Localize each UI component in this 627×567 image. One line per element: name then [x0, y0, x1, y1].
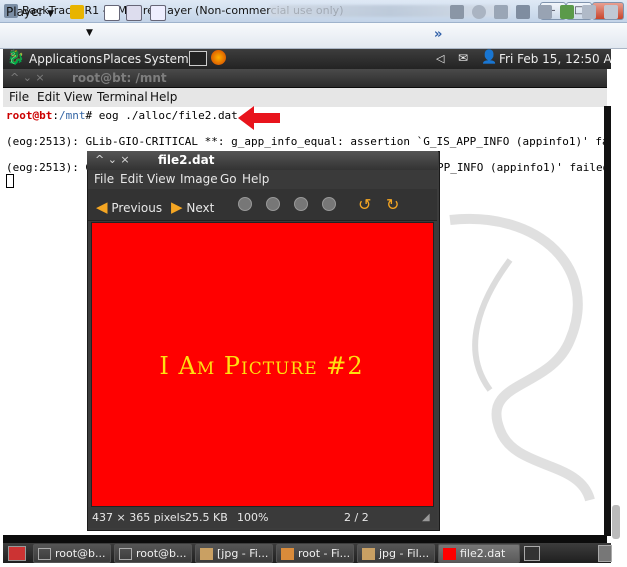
terminal-window-controls[interactable]: ^ ⌄ × — [10, 71, 45, 84]
home-folder-icon — [281, 548, 294, 560]
arrow-right-icon: ▶ — [171, 198, 183, 216]
resize-grip-icon[interactable]: ◢ — [422, 512, 430, 523]
floppy-icon[interactable] — [494, 5, 508, 19]
zoom-in-icon[interactable] — [238, 197, 252, 211]
terminal-menubar: File Edit View Terminal Help — [3, 88, 607, 108]
printer-icon[interactable] — [582, 5, 596, 19]
image-viewer-menubar: File Edit View Image Go Help — [88, 170, 437, 189]
user-icon[interactable]: 👤 — [481, 50, 497, 65]
terminal-cursor — [6, 174, 14, 188]
rotate-left-icon[interactable]: ↺ — [358, 195, 371, 214]
taskbar-item-file-browser-3[interactable]: jpg - Fil... — [357, 544, 435, 563]
image-viewer-titlebar — [87, 151, 438, 170]
status-image-index: 2 / 2 — [344, 511, 369, 524]
vmware-toolbar — [0, 23, 627, 49]
terminal-menu-terminal[interactable]: Terminal — [97, 90, 148, 104]
eog-menu-help[interactable]: Help — [242, 172, 269, 186]
backtrack-dragon-icon: 🐉 — [7, 50, 25, 66]
eog-menu-file[interactable]: File — [94, 172, 114, 186]
chevron-down-icon: ▼ — [47, 9, 55, 19]
picture-caption: I Am Picture #2 — [159, 352, 364, 380]
terminal-menu-edit[interactable]: Edit — [37, 90, 60, 104]
typed-command: eog ./alloc/file2.dat — [92, 109, 238, 122]
firefox-launcher-icon[interactable] — [211, 50, 226, 65]
red-arrow-annotation — [238, 106, 280, 130]
eog-menu-go[interactable]: Go — [220, 172, 237, 186]
pause-icon[interactable] — [70, 5, 84, 19]
taskbar-item-file-browser-1[interactable]: [jpg - Fi... — [195, 544, 273, 563]
send-ctrl-alt-del-icon[interactable] — [104, 5, 120, 21]
terminal-title: root@bt: /mnt — [72, 71, 167, 85]
backtrack-dragon-watermark — [449, 213, 595, 502]
taskbar-item-terminal-2[interactable]: root@b... — [114, 544, 192, 563]
speaker-icon[interactable]: ◁ — [436, 52, 444, 65]
next-button[interactable]: ▶ Next — [171, 198, 214, 216]
full-screen-icon[interactable] — [126, 5, 142, 21]
status-dimensions: 437 × 365 pixels — [92, 511, 186, 524]
workspace-switcher-icon[interactable] — [524, 546, 540, 561]
player-menu-button[interactable]: Player ▼ — [6, 5, 54, 19]
usb-icon[interactable] — [538, 5, 552, 19]
unity-icon[interactable] — [150, 5, 166, 21]
status-file-size: 25.5 KB — [185, 511, 228, 524]
network-adapter-icon[interactable] — [516, 5, 530, 19]
scrollbar-thumb[interactable] — [612, 505, 620, 539]
previous-button[interactable]: ◀ Previous — [96, 198, 162, 216]
command-line: root@bt:/mnt# eog ./alloc/file2.dat — [6, 109, 238, 122]
zoom-out-icon[interactable] — [266, 197, 280, 211]
eog-menu-image[interactable]: Image — [180, 172, 218, 186]
hard-disk-icon[interactable] — [450, 5, 464, 19]
folder-icon — [362, 548, 375, 560]
show-desktop-icon[interactable] — [8, 546, 26, 561]
terminal-icon — [119, 548, 132, 560]
arrow-left-icon: ◀ — [96, 198, 108, 216]
previous-label: Previous — [111, 201, 163, 215]
terminal-menu-help[interactable]: Help — [150, 90, 177, 104]
taskbar-item-image-viewer[interactable]: file2.dat — [438, 544, 520, 563]
chevron-down-icon[interactable]: ▼ — [86, 28, 93, 38]
applications-menu[interactable]: Applications — [29, 52, 102, 66]
eog-menu-view[interactable]: View — [147, 172, 175, 186]
places-menu[interactable]: Places — [103, 52, 141, 66]
system-menu[interactable]: System — [144, 52, 189, 66]
taskbar-item-terminal-1[interactable]: root@b... — [33, 544, 111, 563]
folder-icon — [200, 548, 213, 560]
prompt-user: root@bt — [6, 109, 53, 122]
terminal-launcher-icon[interactable] — [189, 51, 207, 66]
host-window-right-edge — [611, 49, 627, 567]
status-zoom: 100% — [237, 511, 269, 524]
error-line-1: (eog:2513): GLib-GIO-CRITICAL **: g_app_… — [6, 135, 627, 148]
image-icon — [443, 548, 456, 560]
mail-icon[interactable]: ✉ — [458, 51, 468, 65]
eog-menu-edit[interactable]: Edit — [120, 172, 143, 186]
error-line-2-right: PP_INFO (appinfo1)' failed — [437, 161, 610, 174]
panel-clock[interactable]: Fri Feb 15, 12:50 AM — [499, 52, 622, 66]
message-log-icon[interactable] — [604, 5, 618, 19]
prompt-separator: : — [52, 109, 59, 122]
zoom-normal-icon[interactable] — [294, 197, 308, 211]
more-devices-icon[interactable]: » — [434, 27, 442, 42]
terminal-menu-view[interactable]: View — [64, 90, 92, 104]
player-menu-label: Player — [6, 5, 44, 19]
next-label: Next — [186, 201, 215, 215]
zoom-fit-icon[interactable] — [322, 197, 336, 211]
taskbar-item-file-browser-2[interactable]: root - Fi... — [276, 544, 354, 563]
trash-icon[interactable] — [598, 545, 612, 562]
error-line-2-left: (eog:2513): G — [6, 161, 93, 174]
terminal-menu-file[interactable]: File — [9, 90, 29, 104]
gnome-top-panel: 🐉 Applications Places System ◁ ✉ 👤 Fri F… — [3, 49, 622, 69]
terminal-icon — [38, 548, 51, 560]
sound-card-icon[interactable] — [560, 5, 574, 19]
image-viewer-statusbar: 437 × 365 pixels 25.5 KB 100% 2 / 2 ◢ — [88, 507, 437, 528]
image-viewer-title: file2.dat — [158, 153, 215, 167]
rotate-right-icon[interactable]: ↻ — [386, 195, 399, 214]
image-viewer-window-controls[interactable]: ^ ⌄ × — [95, 153, 130, 166]
prompt-path: /mnt — [58, 109, 86, 122]
cd-drive-icon[interactable] — [472, 5, 486, 19]
